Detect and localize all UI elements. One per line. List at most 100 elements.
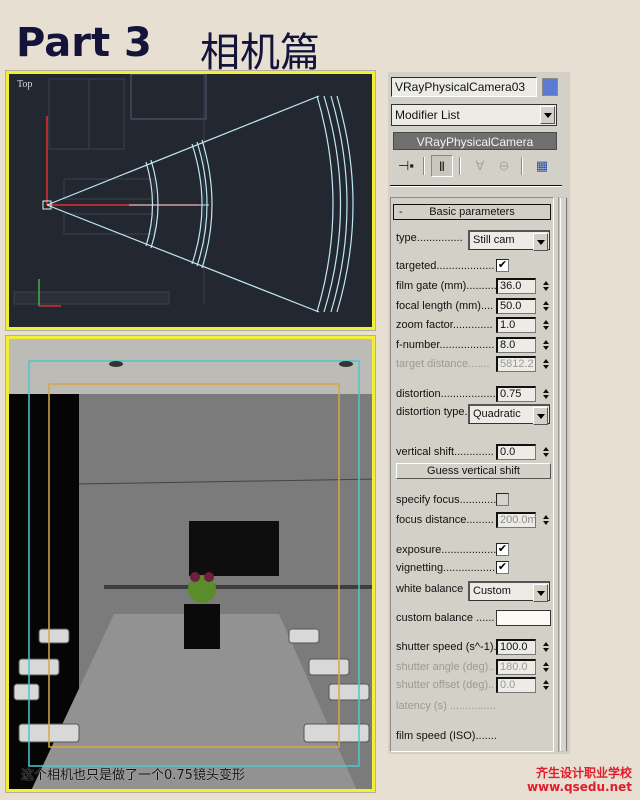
f-number-spinner[interactable] <box>541 337 551 353</box>
shutter-offset-input[interactable]: 0.0 <box>496 677 536 693</box>
vertical-shift-input[interactable]: 0.0 <box>496 444 536 460</box>
vignetting-row: vignetting................. ✔ <box>396 560 556 578</box>
zoom-factor-input[interactable]: 1.0 <box>496 317 536 333</box>
pin-stack-icon[interactable]: ⊣▪ <box>395 155 417 177</box>
shutter-speed-spinner[interactable] <box>541 639 551 655</box>
divider <box>390 185 562 187</box>
chevron-down-icon[interactable] <box>540 106 555 124</box>
latency-row: latency (s) ............... <box>396 698 556 716</box>
guess-vertical-shift-button[interactable]: Guess vertical shift <box>396 463 551 479</box>
viewport-caption: 这个相机也只是做了一个0.75镜头变形 <box>21 768 245 783</box>
targeted-label: targeted................... <box>396 260 495 272</box>
modifier-list-dropdown[interactable]: Modifier List <box>391 104 557 126</box>
scrollbar-thumb[interactable] <box>560 198 567 751</box>
film-gate-spinner[interactable] <box>541 278 551 294</box>
focus-distance-input[interactable]: 200.0m <box>496 512 536 528</box>
object-color-swatch[interactable] <box>542 78 558 96</box>
focus-distance-row: focus distance......... 200.0m <box>396 512 556 530</box>
shutter-angle-row: shutter angle (deg).. 180.0 <box>396 659 556 677</box>
film-gate-label: film gate (mm)........... <box>396 280 500 292</box>
shutter-angle-input[interactable]: 180.0 <box>496 659 536 675</box>
scene-object <box>130 74 207 120</box>
chevron-down-icon[interactable] <box>533 407 548 425</box>
focal-length-label: focal length (mm).... <box>396 300 494 312</box>
shutter-angle-label: shutter angle (deg).. <box>396 661 495 673</box>
focal-length-row: focal length (mm).... 50.0 <box>396 298 556 316</box>
custom-balance-row: custom balance ...... <box>396 610 556 628</box>
school-url: www.qsedu.net <box>526 780 632 794</box>
remove-modifier-icon[interactable]: ⊖ <box>493 155 515 177</box>
camera-frustum <box>46 95 354 313</box>
watermark: 齐生设计职业学校 www.qsedu.net <box>527 766 632 794</box>
toolbar-separator <box>459 157 460 175</box>
specify-focus-checkbox[interactable] <box>496 493 509 506</box>
targeted-checkbox[interactable]: ✔ <box>496 259 509 272</box>
distortion-label: distortion................... <box>396 388 499 400</box>
rollout-title: Basic parameters <box>429 206 515 218</box>
zoom-factor-label: zoom factor............. <box>396 319 493 331</box>
vertical-shift-spinner[interactable] <box>541 444 551 460</box>
focal-length-input[interactable]: 50.0 <box>496 298 536 314</box>
top-viewport[interactable]: Top <box>6 71 375 330</box>
modifier-list-label: Modifier List <box>395 108 460 122</box>
distortion-spinner[interactable] <box>541 386 551 402</box>
scene-object <box>48 78 125 150</box>
target-distance-row: target distance....... 5812.2 <box>396 356 556 374</box>
focus-distance-spinner[interactable] <box>541 512 551 528</box>
configure-modifier-sets-icon[interactable]: ▦ <box>531 155 553 177</box>
white-balance-row: white balance Custom <box>396 581 556 602</box>
film-gate-input[interactable]: 36.0 <box>496 278 536 294</box>
type-select[interactable]: Still cam <box>468 230 550 251</box>
shutter-speed-label: shutter speed (s^-1). <box>396 641 497 653</box>
distortion-type-select[interactable]: Quadratic <box>468 404 550 425</box>
shutter-offset-row: shutter offset (deg).. 0.0 <box>396 677 556 695</box>
focus-distance-label: focus distance......... <box>396 514 494 526</box>
flower <box>204 572 214 582</box>
f-number-input[interactable]: 8.0 <box>496 337 536 353</box>
custom-balance-color-swatch[interactable] <box>496 610 551 626</box>
distortion-row: distortion................... 0.75 <box>396 386 556 404</box>
scene-object <box>13 291 170 305</box>
ceiling-light <box>339 361 353 367</box>
distortion-input[interactable]: 0.75 <box>496 386 536 402</box>
show-end-result-icon[interactable]: Ⅱ <box>431 155 453 177</box>
white-balance-select[interactable]: Custom <box>468 581 550 602</box>
modifier-stack-item[interactable]: VRayPhysicalCamera <box>393 132 557 150</box>
target-distance-label: target distance....... <box>396 358 490 370</box>
tv-screen <box>189 521 279 576</box>
zoom-factor-spinner[interactable] <box>541 317 551 333</box>
white-balance-label: white balance <box>396 583 464 595</box>
target-distance-input[interactable]: 5812.2 <box>496 356 536 372</box>
focal-length-spinner[interactable] <box>541 298 551 314</box>
vignetting-checkbox[interactable]: ✔ <box>496 561 509 574</box>
make-unique-icon[interactable]: ∀ <box>469 155 491 177</box>
target-distance-spinner[interactable] <box>541 356 551 372</box>
object-name-field[interactable]: VRayPhysicalCamera03 <box>391 77 537 97</box>
chevron-down-icon[interactable] <box>533 233 548 251</box>
shutter-speed-row: shutter speed (s^-1). 100.0 <box>396 639 556 657</box>
chevron-down-icon[interactable] <box>533 584 548 602</box>
rollout-header[interactable]: - Basic parameters <box>393 204 551 220</box>
zoom-factor-row: zoom factor............. 1.0 <box>396 317 556 335</box>
distortion-type-value: Quadratic <box>473 408 521 420</box>
camera-render <box>9 360 372 789</box>
viewport-label[interactable]: Top <box>17 79 32 90</box>
type-value: Still cam <box>473 234 515 246</box>
shelf <box>104 585 372 589</box>
camera-viewport[interactable]: 这个相机也只是做了一个0.75镜头变形 <box>6 336 375 792</box>
specify-focus-row: specify focus............ <box>396 492 556 510</box>
type-label: type............... <box>396 232 463 244</box>
film-speed-row: film speed (ISO)....... <box>396 728 556 746</box>
exposure-checkbox[interactable]: ✔ <box>496 543 509 556</box>
modifier-stack-toolbar: ⊣▪ Ⅱ ∀ ⊖ ▦ <box>391 154 559 180</box>
latency-label: latency (s) ............... <box>396 700 496 712</box>
shutter-angle-spinner[interactable] <box>541 659 551 675</box>
distortion-type-row: distortion type. Quadratic <box>396 404 556 425</box>
custom-balance-label: custom balance ...... <box>396 612 495 624</box>
chapter-title: 相机篇 <box>200 30 320 76</box>
panel-scrollbar[interactable] <box>558 197 568 752</box>
white-balance-value: Custom <box>473 585 511 597</box>
shutter-offset-spinner[interactable] <box>541 677 551 693</box>
targeted-row: targeted................... ✔ <box>396 258 556 276</box>
shutter-speed-input[interactable]: 100.0 <box>496 639 536 655</box>
